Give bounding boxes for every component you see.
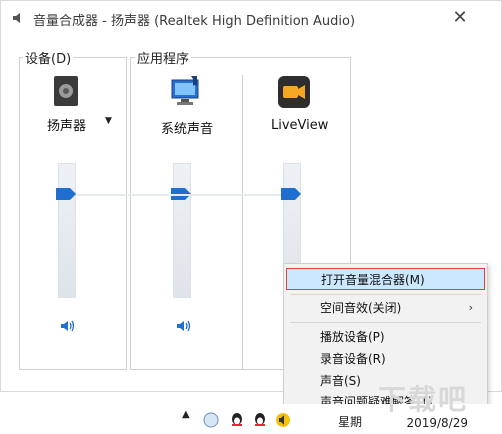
volume-slider-track-system-sounds[interactable] bbox=[173, 163, 191, 298]
menu-item-spatial-sound[interactable]: 空间音效(关闭) › bbox=[286, 297, 485, 319]
speaker-device-icon bbox=[54, 76, 78, 106]
taskbar-weekday: 星期 bbox=[337, 415, 362, 429]
tray-app-icon[interactable] bbox=[202, 411, 220, 429]
window-title: 音量合成器 - 扬声器 (Realtek High Definition Aud… bbox=[33, 14, 356, 29]
menu-item-playback-devices[interactable]: 播放设备(P) bbox=[286, 326, 485, 348]
channel-name-speaker[interactable]: 扬声器 bbox=[47, 115, 86, 134]
apps-divider bbox=[242, 75, 243, 369]
volume-slider-track-speaker[interactable] bbox=[58, 163, 76, 298]
liveview-app-icon bbox=[278, 76, 310, 108]
channel-name-system-sounds: 系统声音 bbox=[161, 122, 214, 137]
close-button[interactable]: ✕ bbox=[449, 7, 471, 29]
taskbar-date[interactable]: 2019/8/29 bbox=[406, 416, 468, 430]
peak-level-line bbox=[76, 194, 281, 196]
menu-separator bbox=[290, 322, 481, 323]
title-bar: 音量合成器 - 扬声器 (Realtek High Definition Aud… bbox=[1, 1, 501, 35]
speaker-icon bbox=[13, 13, 20, 23]
mute-system-sounds-icon[interactable] bbox=[176, 319, 192, 333]
menu-item-recording-devices[interactable]: 录音设备(R) bbox=[286, 348, 485, 370]
system-sounds-icon bbox=[171, 76, 199, 105]
devices-section-label: 设备(D) bbox=[23, 48, 74, 67]
channel-name-liveview: LiveView bbox=[271, 118, 329, 133]
mute-speaker-icon[interactable] bbox=[60, 319, 76, 333]
volume-tray-icon[interactable] bbox=[274, 411, 292, 429]
apps-section-label: 应用程序 bbox=[135, 48, 192, 67]
watermark: 下载吧 bbox=[378, 383, 469, 416]
tray-chevron-up-icon[interactable]: ▲ bbox=[182, 409, 200, 427]
menu-separator bbox=[290, 294, 481, 295]
menu-item-open-volume-mixer[interactable]: 打开音量混合器(M) bbox=[286, 268, 485, 290]
qq-icon[interactable] bbox=[228, 411, 246, 429]
submenu-arrow-icon: › bbox=[468, 301, 473, 314]
menu-item-label: 空间音效(关闭) bbox=[320, 301, 402, 315]
chevron-down-icon[interactable]: ▼ bbox=[105, 116, 112, 126]
qq-icon[interactable] bbox=[251, 411, 269, 429]
